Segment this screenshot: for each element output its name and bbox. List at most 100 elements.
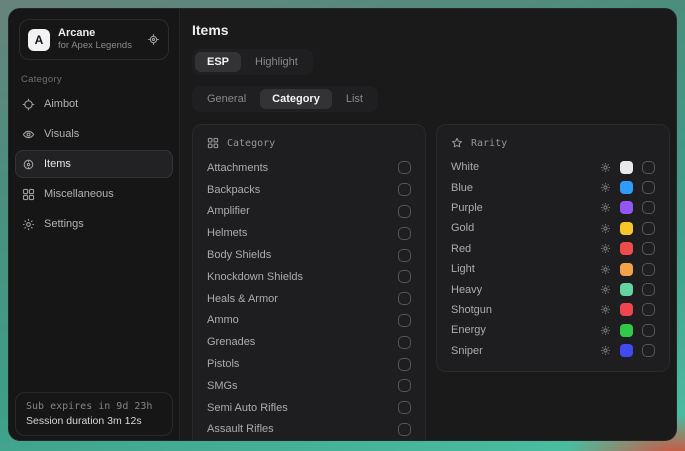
app-subtitle: for Apex Legends — [58, 40, 139, 52]
checkbox-energy[interactable] — [642, 324, 655, 337]
rarity-row: Gold — [451, 218, 655, 238]
rarity-row: Sniper — [451, 341, 655, 361]
sidebar-item-settings[interactable]: Settings — [15, 210, 173, 238]
rarity-panel: Rarity White Blue — [436, 124, 670, 372]
rarity-row: Energy — [451, 320, 655, 340]
color-swatch-sniper[interactable] — [620, 344, 633, 357]
rarity-row: Purple — [451, 198, 655, 218]
category-panel: Category Attachments Backpacks Amplifier… — [192, 124, 426, 441]
app-logo: A — [28, 29, 50, 51]
category-grid-icon — [207, 137, 219, 149]
main-content: Items ESP Highlight General Category Lis… — [180, 9, 676, 440]
color-settings-icon[interactable] — [600, 243, 611, 254]
color-swatch-blue[interactable] — [620, 181, 633, 194]
tab-esp[interactable]: ESP — [195, 52, 241, 72]
app-settings-icon[interactable] — [147, 33, 160, 46]
checkbox-heals-armor[interactable] — [398, 292, 411, 305]
color-settings-icon[interactable] — [600, 223, 611, 234]
rarity-row: Blue — [451, 177, 655, 197]
arcane-overlay-window: A Arcane for Apex Legends Category — [8, 8, 677, 441]
checkbox-smgs[interactable] — [398, 379, 411, 392]
category-row: Pistols — [207, 353, 411, 375]
app-name: Arcane — [58, 27, 139, 40]
category-row: Heals & Armor — [207, 288, 411, 310]
checkbox-body-shields[interactable] — [398, 249, 411, 262]
checkbox-assault-rifles[interactable] — [398, 423, 411, 436]
sidebar-item-miscellaneous[interactable]: Miscellaneous — [15, 180, 173, 208]
checkbox-ammo[interactable] — [398, 314, 411, 327]
checkbox-sniper[interactable] — [642, 344, 655, 357]
rarity-row: Light — [451, 259, 655, 279]
gear-icon — [22, 218, 35, 231]
checkbox-backpacks[interactable] — [398, 183, 411, 196]
checkbox-amplifier[interactable] — [398, 205, 411, 218]
color-settings-icon[interactable] — [600, 162, 611, 173]
checkbox-semi-auto-rifles[interactable] — [398, 401, 411, 414]
color-swatch-purple[interactable] — [620, 201, 633, 214]
checkbox-purple[interactable] — [642, 201, 655, 214]
mode-tabs: ESP Highlight — [192, 49, 313, 75]
tab-category[interactable]: Category — [260, 89, 332, 109]
view-tabs: General Category List — [192, 86, 378, 112]
color-swatch-red[interactable] — [620, 242, 633, 255]
sidebar: A Arcane for Apex Legends Category — [9, 9, 180, 440]
tab-list[interactable]: List — [334, 89, 375, 109]
rarity-row: Red — [451, 239, 655, 259]
color-swatch-gold[interactable] — [620, 222, 633, 235]
checkbox-shotgun[interactable] — [642, 303, 655, 316]
color-swatch-energy[interactable] — [620, 324, 633, 337]
color-settings-icon[interactable] — [600, 264, 611, 275]
category-row: Ammo — [207, 310, 411, 332]
tab-highlight[interactable]: Highlight — [243, 52, 310, 72]
color-swatch-white[interactable] — [620, 161, 633, 174]
checkbox-knockdown-shields[interactable] — [398, 270, 411, 283]
sidebar-item-aimbot[interactable]: Aimbot — [15, 90, 173, 118]
checkbox-helmets[interactable] — [398, 227, 411, 240]
grid-icon — [22, 188, 35, 201]
color-settings-icon[interactable] — [600, 325, 611, 336]
sidebar-item-visuals[interactable]: Visuals — [15, 120, 173, 148]
category-row: Grenades — [207, 331, 411, 353]
checkbox-grenades[interactable] — [398, 336, 411, 349]
checkbox-gold[interactable] — [642, 222, 655, 235]
color-settings-icon[interactable] — [600, 304, 611, 315]
category-row: LMGs — [207, 440, 411, 441]
sidebar-item-label: Items — [44, 158, 71, 170]
color-settings-icon[interactable] — [600, 202, 611, 213]
category-row: Helmets — [207, 222, 411, 244]
color-swatch-shotgun[interactable] — [620, 303, 633, 316]
crosshair-icon — [22, 98, 35, 111]
color-swatch-heavy[interactable] — [620, 283, 633, 296]
category-row: Assault Rifles — [207, 419, 411, 441]
checkbox-red[interactable] — [642, 242, 655, 255]
tab-general[interactable]: General — [195, 89, 258, 109]
rarity-row: Heavy — [451, 279, 655, 299]
checkbox-light[interactable] — [642, 263, 655, 276]
checkbox-attachments[interactable] — [398, 161, 411, 174]
category-row: Backpacks — [207, 179, 411, 201]
color-settings-icon[interactable] — [600, 345, 611, 356]
color-swatch-light[interactable] — [620, 263, 633, 276]
subscription-info-card: Sub expires in 9d 23h Session duration 3… — [15, 392, 173, 436]
checkbox-blue[interactable] — [642, 181, 655, 194]
color-settings-icon[interactable] — [600, 182, 611, 193]
category-row: Amplifier — [207, 201, 411, 223]
category-row: Knockdown Shields — [207, 266, 411, 288]
sidebar-item-label: Aimbot — [44, 98, 78, 110]
color-settings-icon[interactable] — [600, 284, 611, 295]
checkbox-pistols[interactable] — [398, 358, 411, 371]
app-header-card: A Arcane for Apex Legends — [19, 19, 169, 60]
category-row: Body Shields — [207, 244, 411, 266]
rarity-row: Shotgun — [451, 300, 655, 320]
sidebar-section-label: Category — [21, 74, 179, 85]
page-title: Items — [192, 22, 676, 38]
star-icon — [451, 137, 463, 149]
sidebar-item-label: Miscellaneous — [44, 188, 114, 200]
sidebar-item-items[interactable]: Items — [15, 150, 173, 178]
checkbox-heavy[interactable] — [642, 283, 655, 296]
category-row: Attachments — [207, 157, 411, 179]
game-background: A Arcane for Apex Legends Category — [0, 0, 685, 451]
category-row: SMGs — [207, 375, 411, 397]
checkbox-white[interactable] — [642, 161, 655, 174]
rarity-row: White — [451, 157, 655, 177]
